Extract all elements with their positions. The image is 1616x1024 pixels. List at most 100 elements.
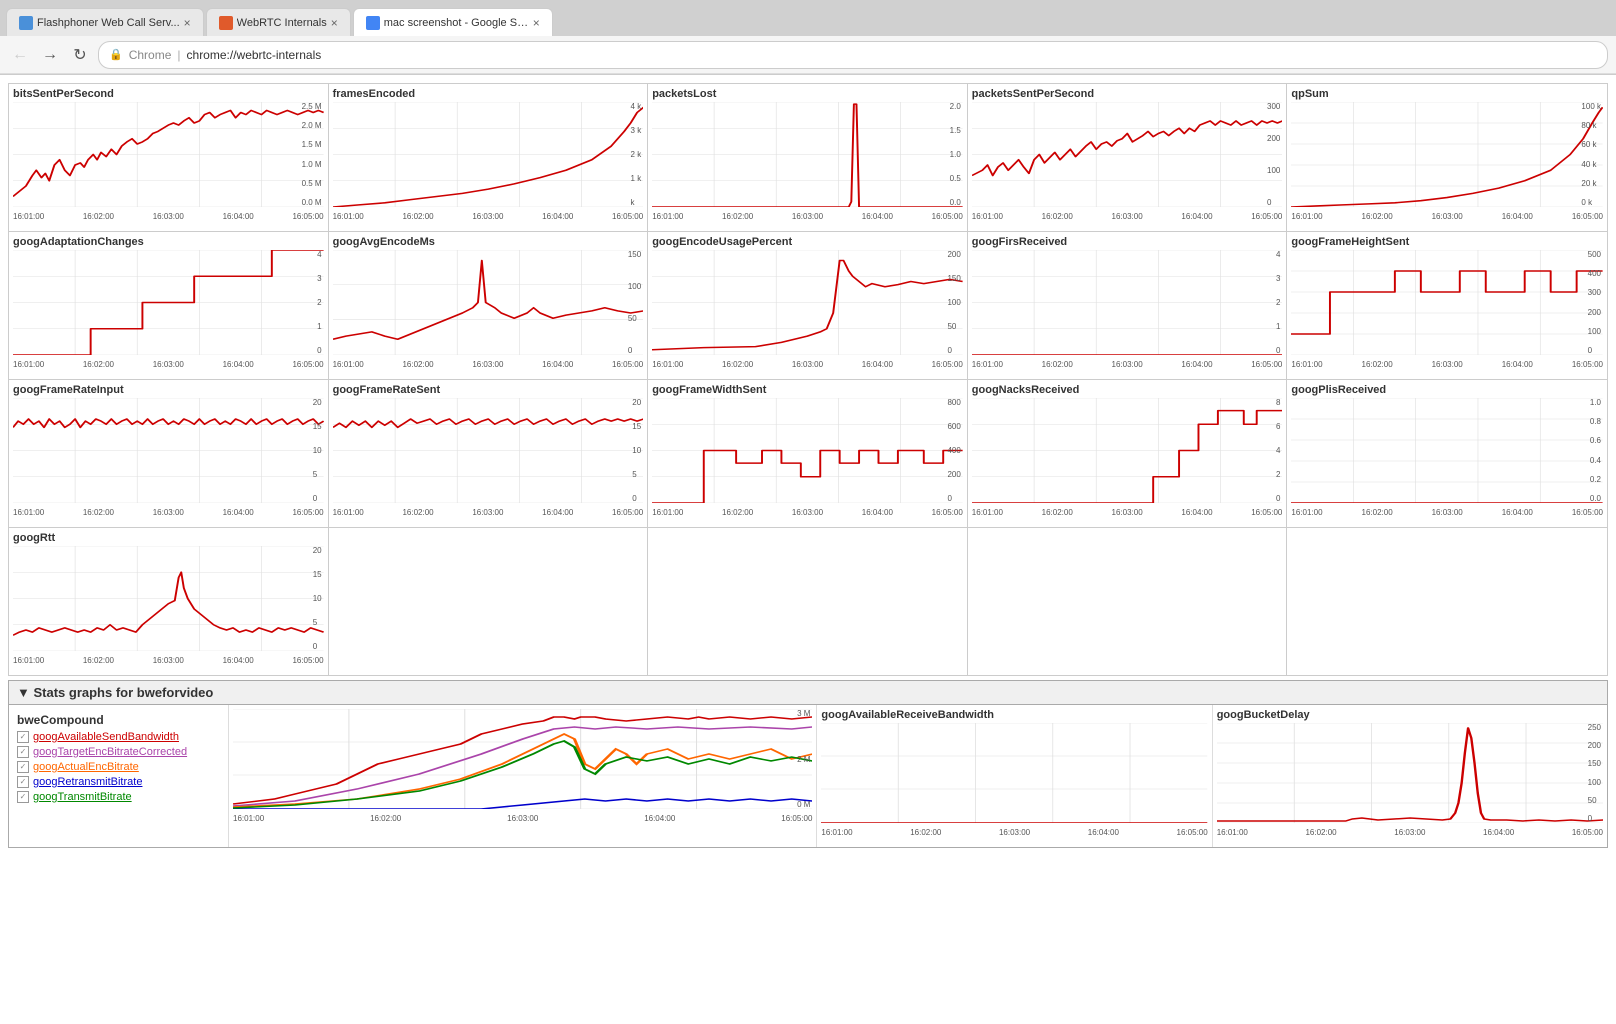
x-labels: 16:01:00 16:02:00 16:03:00 16:04:00 16:0… [1291, 212, 1603, 221]
y-label-mid: 1.5 M [302, 140, 322, 149]
tab-close-google[interactable]: × [533, 16, 540, 30]
chart-title: googAvailableReceiveBandwidth [821, 709, 1207, 721]
y-labels: 250 200 150 100 50 0 [1588, 723, 1601, 823]
charts-row-2: googAdaptationChanges 4 3 [8, 232, 1608, 380]
legend-checkbox-3[interactable]: ✓ [17, 776, 29, 788]
y-labels: 4 3 2 1 0 [317, 250, 321, 355]
y-labels: 1.0 0.8 0.6 0.4 0.2 0.0 [1590, 398, 1601, 503]
legend-label-3: googRetransmitBitrate [33, 776, 142, 788]
legend-label-4: googTransmitBitrate [33, 791, 132, 803]
chart-googFirsReceived: googFirsReceived 4 3 2 [968, 232, 1288, 380]
x-label-1: 16:02:00 [83, 212, 114, 221]
tab-favicon-webrtc [219, 16, 233, 30]
chart-svg [972, 398, 1283, 503]
y-label-mid3: 1.0 M [302, 160, 322, 169]
legend-checkbox-1[interactable]: ✓ [17, 746, 29, 758]
address-chrome-label: Chrome [129, 48, 172, 62]
y-label-min: 0.0 M [302, 198, 322, 207]
y-labels: 20 15 10 5 0 [632, 398, 641, 503]
charts-row-1: bitsSentPerSecond 2.5 M 2.0 M [8, 83, 1608, 232]
x-label-0: 16:01:00 [13, 212, 44, 221]
x-labels: 16:01:00 16:02:00 16:03:00 16:04:00 16:0… [1291, 360, 1603, 369]
lock-icon: 🔒 [109, 48, 123, 61]
legend-checkbox-4[interactable]: ✓ [17, 791, 29, 803]
y-labels: 150 100 50 0 [628, 250, 641, 355]
address-separator: | [177, 48, 180, 62]
tab-close-flashphoner[interactable]: × [184, 16, 191, 30]
nav-bar: ← → ↻ 🔒 Chrome | chrome://webrtc-interna… [0, 36, 1616, 74]
chart-title: googFrameWidthSent [652, 384, 963, 396]
forward-button[interactable]: → [38, 43, 62, 67]
y-label-mid2: 2.0 M [302, 121, 322, 130]
legend-checkbox-0[interactable]: ✓ [17, 731, 29, 743]
chart-googNacksReceived: googNacksReceived 8 6 [968, 380, 1288, 528]
refresh-button[interactable]: ↻ [68, 43, 92, 67]
chart-packetsLost: packetsLost 2.0 1.5 [648, 84, 968, 232]
chart-title: framesEncoded [333, 88, 644, 100]
back-button[interactable]: ← [8, 43, 32, 67]
chart-area: 20 15 10 5 0 16:01:00 16:02:00 16:03:00 … [13, 546, 324, 671]
chart-title: bitsSentPerSecond [13, 88, 324, 100]
legend-item-4: ✓ googTransmitBitrate [17, 791, 220, 803]
x-labels: 16:01:00 16:02:00 16:03:00 16:04:00 16:0… [1291, 508, 1603, 517]
address-url: chrome://webrtc-internals [187, 48, 322, 62]
page-content: bitsSentPerSecond 2.5 M 2.0 M [0, 75, 1616, 856]
chart-googFrameRateSent: googFrameRateSent 20 15 10 [329, 380, 649, 528]
bwe-content: bweCompound ✓ googAvailableSendBandwidth… [9, 705, 1607, 847]
x-labels: 16:01:00 16:02:00 16:03:00 16:04:00 16:0… [333, 212, 644, 221]
chart-svg [333, 102, 644, 207]
x-labels: 16:01:00 16:02:00 16:03:00 16:04:00 16:0… [13, 508, 324, 517]
chart-area: 200 150 100 50 0 16:01:00 16:02:00 16:03… [652, 250, 963, 375]
x-labels: 16:01:00 16:02:00 16:03:00 16:04:00 16:0… [652, 212, 963, 221]
x-labels: 16:01:00 16:02:00 16:03:00 16:04:00 16:0… [333, 508, 644, 517]
tab-close-webrtc[interactable]: × [331, 16, 338, 30]
y-label-low: 0.5 M [302, 179, 322, 188]
chart-title: packetsLost [652, 88, 963, 100]
legend-item-2: ✓ googActualEncBitrate [17, 761, 220, 773]
legend-item-3: ✓ googRetransmitBitrate [17, 776, 220, 788]
bwe-bucket-delay-chart: googBucketDelay [1213, 705, 1607, 847]
chart-googPlisReceived: googPlisReceived 1.0 0.8 [1287, 380, 1607, 528]
x-label-2: 16:03:00 [153, 212, 184, 221]
chart-area: 1.0 0.8 0.6 0.4 0.2 0.0 16:01:00 16:02:0… [1291, 398, 1603, 523]
chart-googEncodeUsagePercent: googEncodeUsagePercent 200 [648, 232, 968, 380]
tab-flashphoner[interactable]: Flashphoner Web Call Serv... × [6, 8, 204, 36]
chart-area: 300 200 100 0 16:01:00 16:02:00 16:03:00… [972, 102, 1283, 227]
y-labels: 2.0 1.5 1.0 0.5 0.0 [950, 102, 961, 207]
chart-title: googAvgEncodeMs [333, 236, 644, 248]
bwe-header[interactable]: ▼ Stats graphs for bweforvideo [9, 681, 1607, 705]
chart-svg [13, 546, 324, 651]
y-labels: 100 k 80 k 60 k 40 k 20 k 0 k [1581, 102, 1601, 207]
y-labels: 800 600 400 200 0 [947, 398, 960, 503]
chart-packetsSentPerSecond: packetsSentPerSecond 300 200 [968, 84, 1288, 232]
x-labels: 16:01:00 16:02:00 16:03:00 16:04:00 16:0… [13, 656, 324, 665]
y-labels: 8 6 4 2 0 [1276, 398, 1280, 503]
chart-title: googEncodeUsagePercent [652, 236, 963, 248]
tab-webrtc[interactable]: WebRTC Internals × [206, 8, 351, 36]
y-labels: 20 15 10 5 0 [313, 546, 322, 651]
empty-cell-3 [968, 528, 1288, 676]
bwe-compound-chart-area: 3 M 2 M 0 M 16:01:00 16:02:00 16:03:00 1… [233, 709, 812, 829]
y-labels: 500 400 300 200 100 0 [1588, 250, 1601, 355]
bwe-y-labels: 3 M 2 M 0 M [797, 709, 810, 809]
bwe-compound-chart: 3 M 2 M 0 M 16:01:00 16:02:00 16:03:00 1… [229, 705, 817, 847]
chart-area: 8 6 4 2 0 16:01:00 16:02:00 16:03:00 16:… [972, 398, 1283, 523]
tab-favicon-google [366, 16, 380, 30]
bwe-compound-title: bweCompound [17, 713, 220, 727]
chart-svg [333, 250, 644, 355]
address-bar[interactable]: 🔒 Chrome | chrome://webrtc-internals [98, 41, 1608, 69]
y-labels: 4 k 3 k 2 k 1 k k [631, 102, 642, 207]
chart-area: 250 200 150 100 50 0 16:01:00 16:02:00 1… [1217, 723, 1603, 843]
legend-checkbox-2[interactable]: ✓ [17, 761, 29, 773]
chart-svg [972, 102, 1283, 207]
empty-cell-1 [329, 528, 649, 676]
chart-area: 800 600 400 200 0 16:01:00 16:02:00 16:0… [652, 398, 963, 523]
chart-svg [1291, 250, 1603, 355]
charts-row-4: googRtt 20 15 10 [8, 528, 1608, 676]
bwe-chart-svg [233, 709, 812, 809]
chart-svg [821, 723, 1207, 823]
tab-google[interactable]: mac screenshot - Google Sea... × [353, 8, 553, 36]
chart-svg [1217, 723, 1603, 823]
empty-cell-2 [648, 528, 968, 676]
x-labels: 16:01:00 16:02:00 16:03:00 16:04:00 16:0… [13, 212, 324, 221]
